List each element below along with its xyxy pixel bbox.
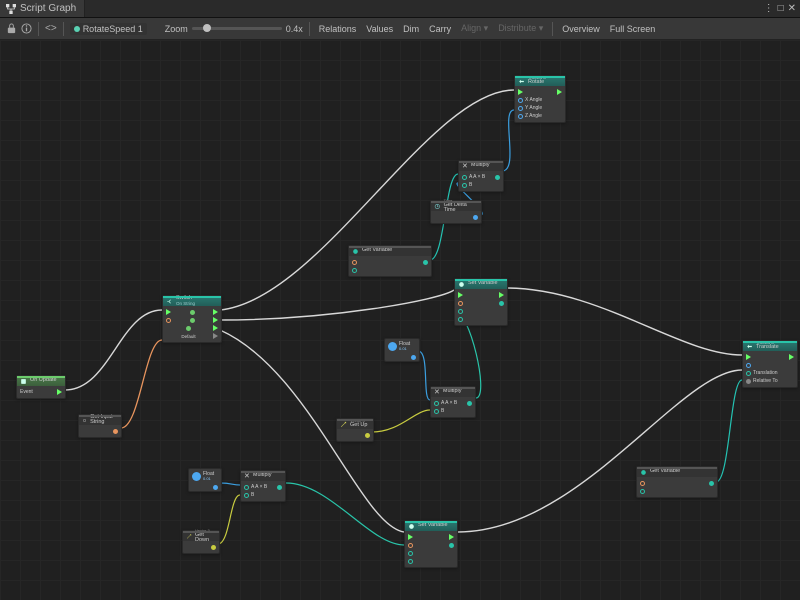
- maximize-icon[interactable]: □: [778, 3, 784, 14]
- node-multiply-3[interactable]: ✕ Multiply A A × B B: [240, 470, 286, 502]
- distribute-dropdown[interactable]: Distribute ▾: [495, 21, 546, 36]
- node-title: On Update: [30, 378, 57, 384]
- object-var-icon: [458, 281, 465, 288]
- multiply-icon: ✕: [434, 389, 440, 396]
- node-get-variable[interactable]: Get Variable: [348, 245, 432, 277]
- multiply-icon: ✕: [462, 163, 468, 170]
- node-on-update[interactable]: On Update Event: [16, 375, 66, 399]
- breadcrumb-label: RotateSpeed 1: [83, 24, 143, 34]
- node-multiply-2[interactable]: ✕ Multiply A A × B B: [430, 386, 476, 418]
- value-out[interactable]: [113, 429, 118, 434]
- fullscreen-button[interactable]: Full Screen: [607, 22, 659, 36]
- node-title: Multiply: [443, 389, 462, 395]
- lock-icon[interactable]: [6, 23, 17, 34]
- node-multiply-1[interactable]: ✕ Multiply A A × B B: [458, 160, 504, 192]
- object-var-icon: [352, 248, 359, 255]
- node-title: Get Variable: [650, 469, 680, 475]
- node-switch-on-string[interactable]: Switch On String Default: [162, 295, 222, 343]
- breadcrumb[interactable]: RotateSpeed 1: [70, 23, 147, 35]
- node-get-input-string[interactable]: Get Input String: [78, 414, 122, 438]
- relations-button[interactable]: Relations: [316, 22, 360, 36]
- flow-out[interactable]: [57, 389, 62, 395]
- node-title: Set Variable: [468, 281, 498, 287]
- clock-icon: [434, 203, 441, 210]
- float-icon: [192, 472, 201, 481]
- node-get-delta-time[interactable]: Time Get Delta Time: [430, 200, 482, 224]
- tab-script-graph[interactable]: Script Graph: [0, 0, 85, 17]
- node-vector3-up[interactable]: Vector 3 Get Up: [336, 418, 374, 442]
- node-title: Get Variable: [362, 248, 392, 254]
- code-icon[interactable]: <>: [45, 23, 57, 34]
- tab-bar: Script Graph ⋮ □ ✕: [0, 0, 800, 18]
- node-title: Set Variable: [418, 523, 448, 529]
- node-transform-translate[interactable]: Transform Translate Translation Relative…: [742, 340, 798, 388]
- info-icon[interactable]: [21, 23, 32, 34]
- node-title: Translate: [756, 345, 779, 351]
- dim-button[interactable]: Dim: [400, 22, 422, 36]
- zoom-slider[interactable]: [192, 27, 282, 30]
- transform-icon: [518, 78, 525, 85]
- wires-layer: [0, 40, 800, 600]
- event-icon: [20, 378, 27, 385]
- vector-icon: [186, 533, 192, 540]
- align-dropdown[interactable]: Align ▾: [458, 21, 491, 36]
- link-icon: [82, 417, 87, 424]
- object-var-icon: [408, 523, 415, 530]
- zoom-value: 0.4x: [286, 24, 303, 34]
- values-button[interactable]: Values: [363, 22, 396, 36]
- node-get-variable-2[interactable]: Get Variable: [636, 466, 718, 498]
- graph-icon: [6, 4, 16, 14]
- node-set-variable-2[interactable]: Set Variable: [404, 520, 458, 568]
- kebab-icon[interactable]: ⋮: [764, 3, 774, 14]
- node-vector3-down[interactable]: Vector 3 Get Down: [182, 530, 220, 554]
- node-title: Rotate: [528, 80, 546, 86]
- float-icon: [388, 342, 397, 351]
- tab-label: Script Graph: [20, 3, 76, 14]
- node-set-variable-1[interactable]: Set Variable: [454, 278, 508, 326]
- object-variable-icon: [74, 26, 80, 32]
- switch-icon: [166, 298, 173, 305]
- overview-button[interactable]: Overview: [559, 22, 603, 36]
- close-icon[interactable]: ✕: [788, 3, 796, 14]
- node-title: Get Up: [350, 423, 367, 429]
- transform-icon: [746, 343, 753, 350]
- object-var-icon: [640, 469, 647, 476]
- toolbar: <> RotateSpeed 1 Zoom 0.4x Relations Val…: [0, 18, 800, 40]
- zoom-label: Zoom: [165, 24, 188, 34]
- value-out[interactable]: [423, 260, 428, 265]
- node-float-1[interactable]: Float 0.01: [384, 338, 420, 362]
- node-transform-rotate[interactable]: Transform Rotate X Angle Y Angle Z Angle: [514, 75, 566, 123]
- node-float-2[interactable]: Float 0.01: [188, 468, 222, 492]
- vector-icon: [340, 421, 347, 428]
- node-title: Multiply: [471, 163, 490, 169]
- node-title: Multiply: [253, 473, 272, 479]
- multiply-icon: ✕: [244, 473, 250, 480]
- carry-button[interactable]: Carry: [426, 22, 454, 36]
- graph-canvas[interactable]: On Update Event Get Input String Switch …: [0, 40, 800, 600]
